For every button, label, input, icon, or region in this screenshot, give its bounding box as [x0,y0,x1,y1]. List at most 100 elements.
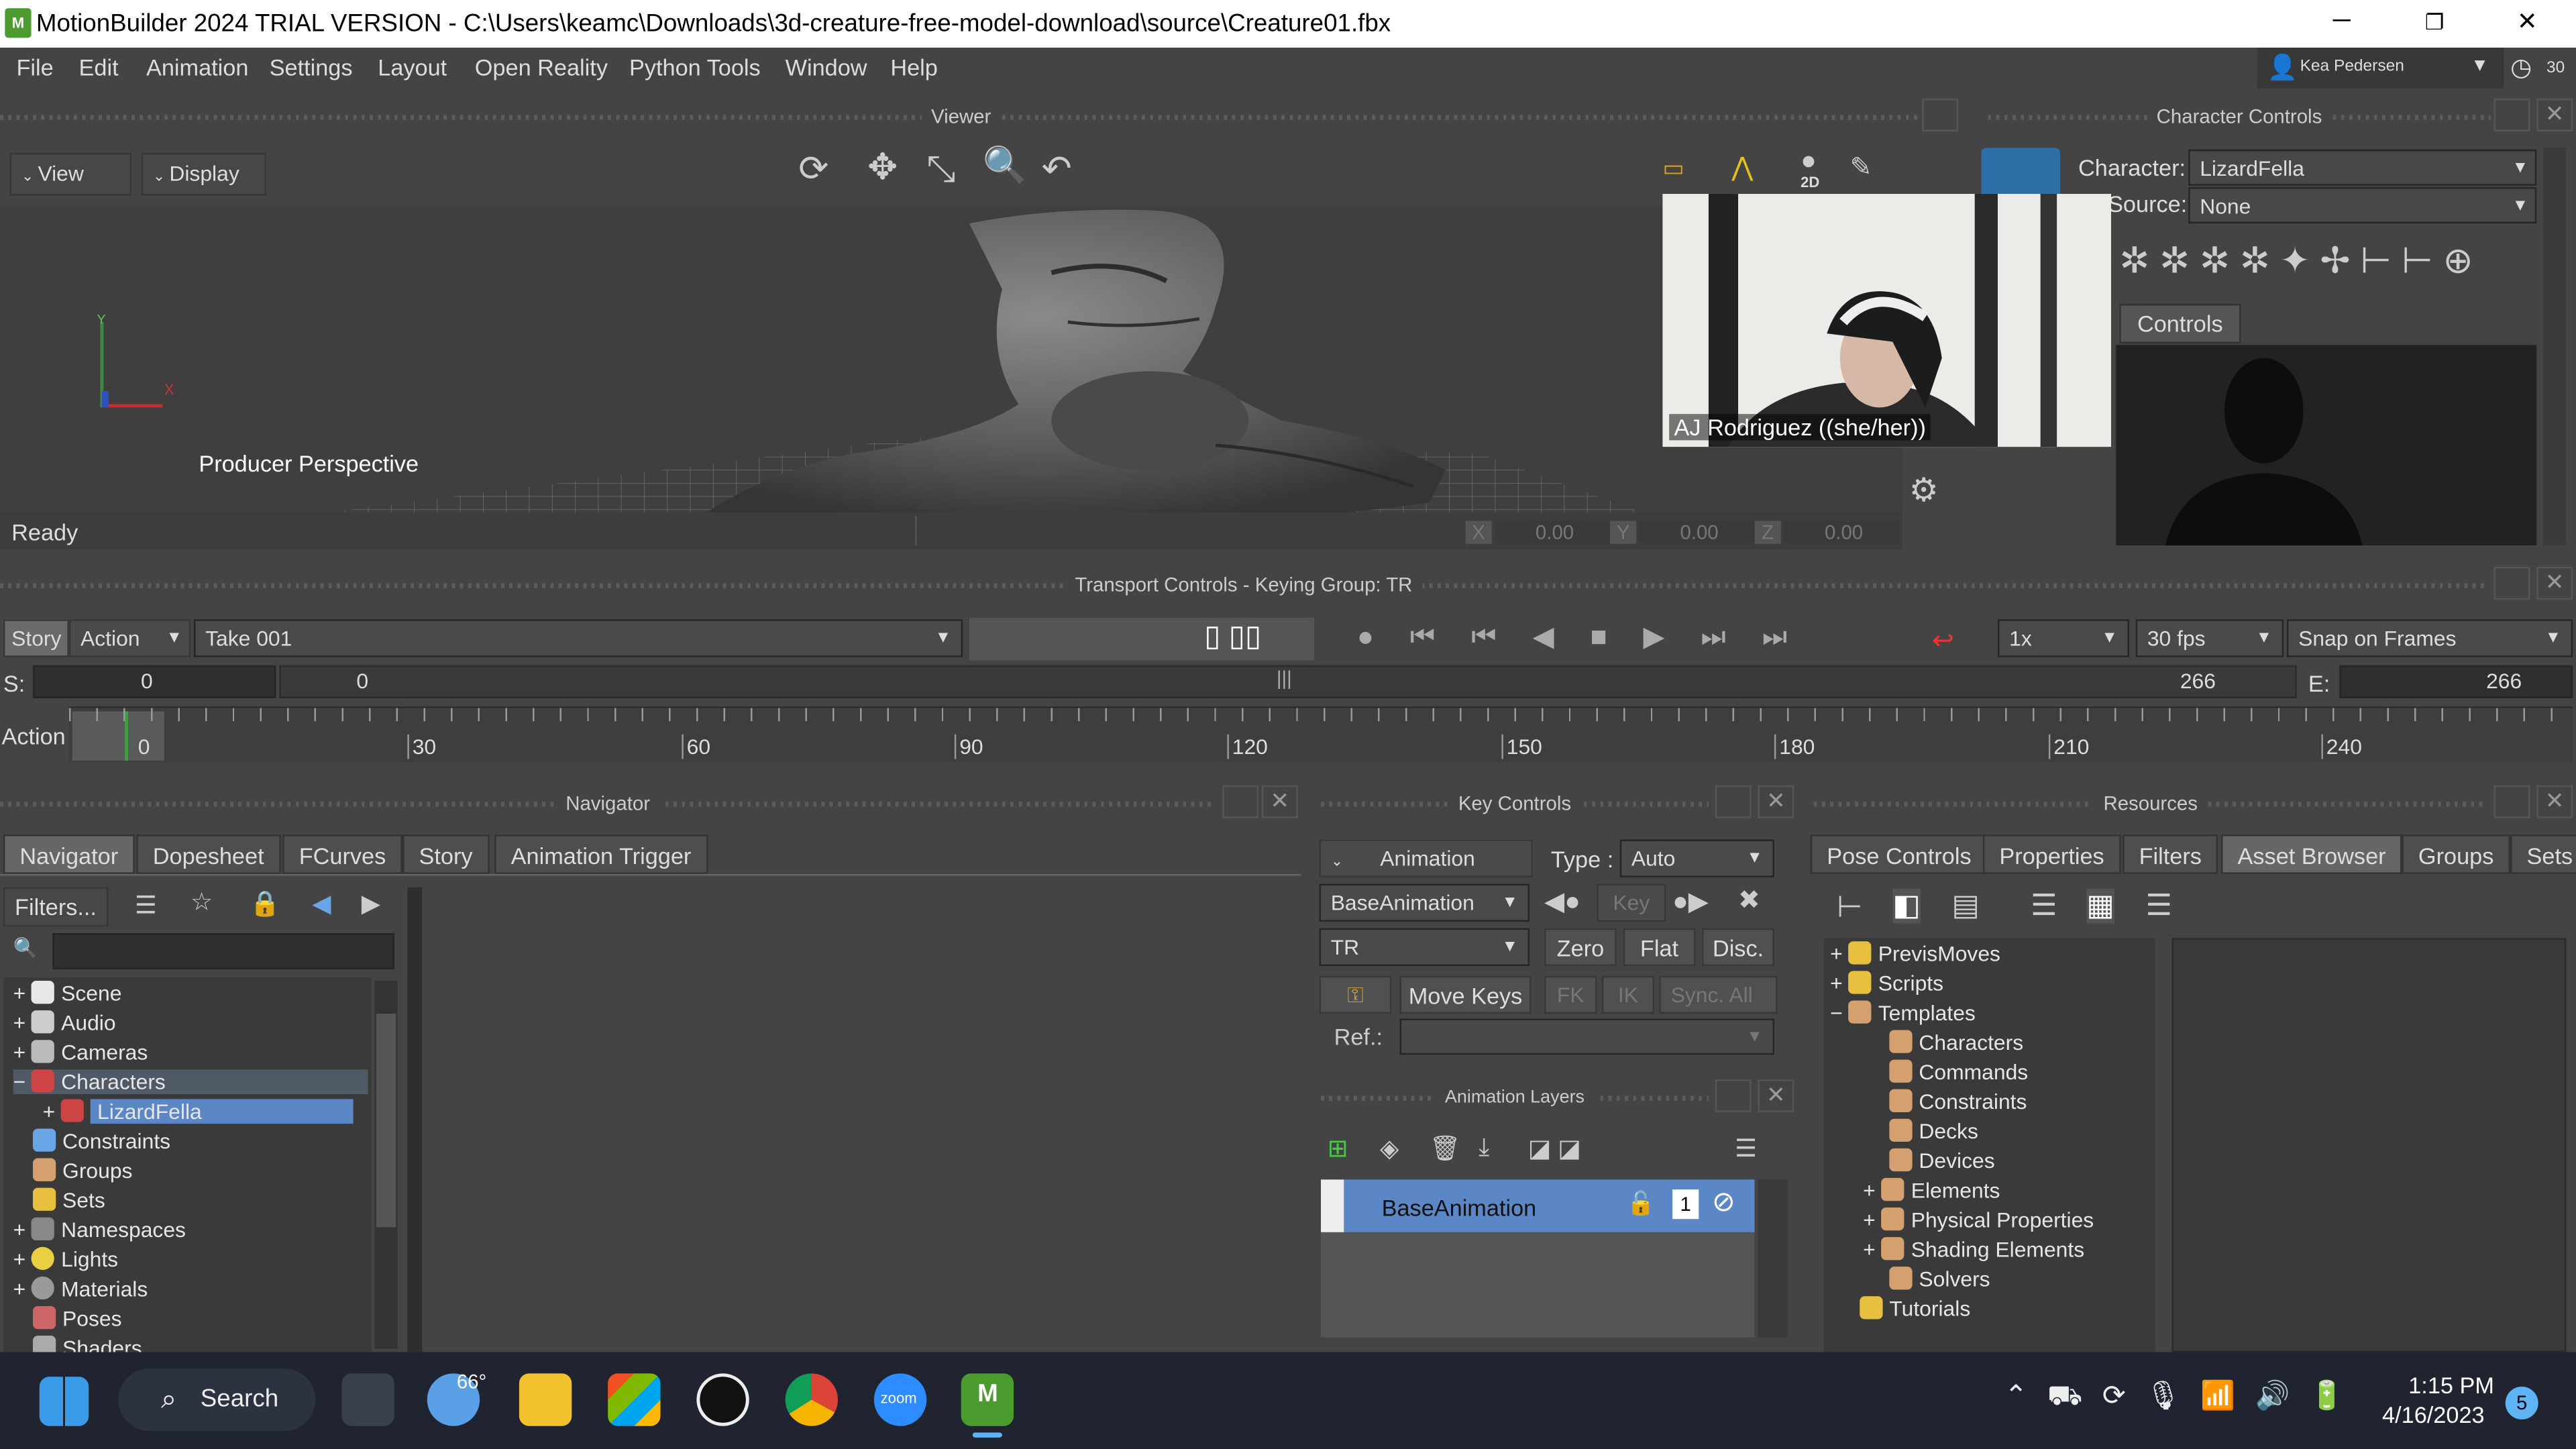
key-type-select[interactable]: Auto ▼ [1619,839,1774,877]
notification-badge[interactable]: 5 [2505,1386,2538,1419]
asset-item-elements[interactable]: + Elements [1863,1177,2000,1203]
system-tray-icons[interactable]: ⌃⛟⟳🎙📶🔊🔋 [2004,1380,2366,1423]
close-pane-icon[interactable]: ✕ [2536,98,2573,131]
key-button[interactable]: Key [1597,883,1666,922]
end-frame-field[interactable]: 266 [2339,665,2573,698]
detail-view-icon[interactable]: ☰ [2145,889,2172,923]
next-key-icon[interactable]: ●▶ [1672,885,1709,918]
microsoft-store-icon[interactable] [608,1373,661,1426]
display-menu-button[interactable]: ⌄ Display [141,152,266,196]
undo-camera-icon[interactable]: ↶ [1042,148,1072,191]
clock-date[interactable]: 4/16/2023 [2382,1401,2485,1428]
close-pane-icon[interactable]: ✕ [1758,1079,1794,1112]
menu-file[interactable]: File [16,54,53,80]
menu-window[interactable]: Window [786,54,867,80]
tab-dopesheet[interactable]: Dopesheet [136,835,281,874]
navigator-splitter[interactable] [407,887,423,1352]
maximize-pane-icon[interactable] [2493,98,2530,131]
ref-select[interactable]: ▼ [1399,1018,1774,1055]
clock-time[interactable]: 1:15 PM [2408,1372,2494,1398]
restore-button[interactable]: ❐ [2425,10,2445,36]
layers-icon[interactable]: ◈ [1380,1134,1399,1163]
asset-item-shading-elements[interactable]: + Shading Elements [1863,1237,2084,1262]
minimize-button[interactable]: ─ [2333,7,2351,35]
back-arrow-icon[interactable]: ◀ [312,889,331,918]
action-mode-button[interactable]: Action ▼ [68,619,191,657]
menu-python-tools[interactable]: Python Tools [629,54,761,80]
ik-button[interactable]: IK [1601,975,1655,1014]
mute-icon[interactable]: ⊘ [1712,1186,1735,1219]
menu-edit[interactable]: Edit [79,54,119,80]
navigator-scrollbar[interactable] [374,981,398,1349]
delete-key-icon[interactable]: ✖ [1738,884,1760,917]
asset-item-decks[interactable]: Decks [1889,1118,1978,1144]
tree-view-icon[interactable]: ⊢ [1837,890,1862,924]
zero-button[interactable]: Zero [1544,928,1617,967]
motionbuilder-taskbar-icon[interactable]: M [961,1373,1014,1426]
move-keys-button[interactable]: Move Keys [1399,975,1532,1014]
tree-item-characters[interactable]: − Characters [13,1069,368,1095]
tab-properties[interactable]: Properties [1982,835,2121,874]
tree-item-constraints[interactable]: Constraints [32,1128,170,1153]
asset-item-solvers[interactable]: Solvers [1889,1267,1990,1291]
z-coord-field[interactable]: 0.00 [1784,521,1900,544]
add-layer-icon[interactable]: ⊞ [1328,1134,1348,1163]
orbit-tool-icon[interactable]: ⟳ [798,148,828,191]
task-view-icon[interactable] [341,1373,394,1426]
character-controls-scrollbar[interactable] [2543,148,2567,546]
view-menu-button[interactable]: ⌄ View [9,152,131,196]
tab-asset-browser[interactable]: Asset Browser [2221,835,2403,874]
tree-item-lights[interactable]: + Lights [13,1246,119,1272]
maximize-pane-icon[interactable] [1222,785,1258,818]
menu-open-reality[interactable]: Open Reality [475,54,608,80]
sync-all-button[interactable]: Sync. All [1659,975,1778,1014]
tree-item-poses[interactable]: Poses [32,1305,122,1331]
pen-icon[interactable]: ✎ [1850,151,1872,184]
tree-item-scene[interactable]: + Scene [13,981,122,1006]
tree-item-materials[interactable]: + Materials [13,1276,148,1301]
tab-navigator[interactable]: Navigator [3,835,135,874]
tab-filters[interactable]: Filters [2123,835,2218,874]
tree-item-lizardfella[interactable]: + LizardFella [43,1099,354,1124]
time-range-slider[interactable]: 0 ||| 266 [279,665,2297,698]
trash-icon[interactable]: 🗑 [1430,1134,1461,1163]
tree-item-shaders[interactable]: Shaders [32,1336,142,1352]
ruler-icon[interactable]: ▭ [1662,154,1684,182]
forward-arrow-icon[interactable]: ▶ [362,889,380,918]
close-button[interactable]: ✕ [2517,7,2538,36]
keying-group-select[interactable]: TR ▼ [1319,928,1530,967]
list-view-icon[interactable]: ☰ [2031,889,2057,923]
filters-button[interactable]: Filters... [3,887,109,927]
tab-story[interactable]: Story [402,835,490,874]
grid-view-icon[interactable]: ▦ [2086,888,2114,924]
wrench-icon[interactable]: ⚙ [1909,470,1939,511]
chrome-icon[interactable] [785,1373,838,1426]
menu-animation[interactable]: Animation [146,54,248,80]
x-coord-field[interactable]: 0.00 [1495,521,1611,544]
tab-pose-controls[interactable]: Pose Controls [1810,835,1988,874]
disc-button[interactable]: Disc. [1702,928,1774,967]
asset-item-constraints[interactable]: Constraints [1889,1089,2027,1114]
layer-row-base[interactable]: BaseAnimation 🔓 1 ⊘ [1320,1179,1755,1232]
asset-item-scripts[interactable]: + Scripts [1830,971,1943,996]
close-pane-icon[interactable]: ✕ [1758,785,1794,818]
snap-select[interactable]: Snap on Frames ▼ [2287,619,2573,657]
lock-icon[interactable]: 🔓 [1627,1189,1656,1218]
windows-start-icon[interactable] [39,1377,89,1426]
asset-item-tutorials[interactable]: Tutorials [1860,1296,1970,1321]
menu-settings[interactable]: Settings [270,54,353,80]
zoom-icon[interactable]: zoom [873,1373,927,1426]
asset-item-characters[interactable]: Characters [1889,1030,2023,1055]
fk-button[interactable]: FK [1544,975,1597,1014]
maximize-pane-icon[interactable] [1715,1079,1752,1112]
fps-select[interactable]: 30 fps ▼ [2135,619,2284,657]
layer-solo-badge[interactable]: 1 [1672,1189,1699,1220]
menu-help[interactable]: Help [890,54,938,80]
flat-button[interactable]: Flat [1623,928,1696,967]
tree-item-audio[interactable]: + Audio [13,1010,116,1035]
zoom-tool-icon[interactable]: 🔍 [983,145,1028,188]
clock-icon[interactable]: ◷ [2510,52,2532,83]
maximize-pane-icon[interactable] [2493,785,2530,818]
record-icon[interactable]: ↩ [1932,625,1954,657]
story-mode-button[interactable]: Story [3,619,69,657]
